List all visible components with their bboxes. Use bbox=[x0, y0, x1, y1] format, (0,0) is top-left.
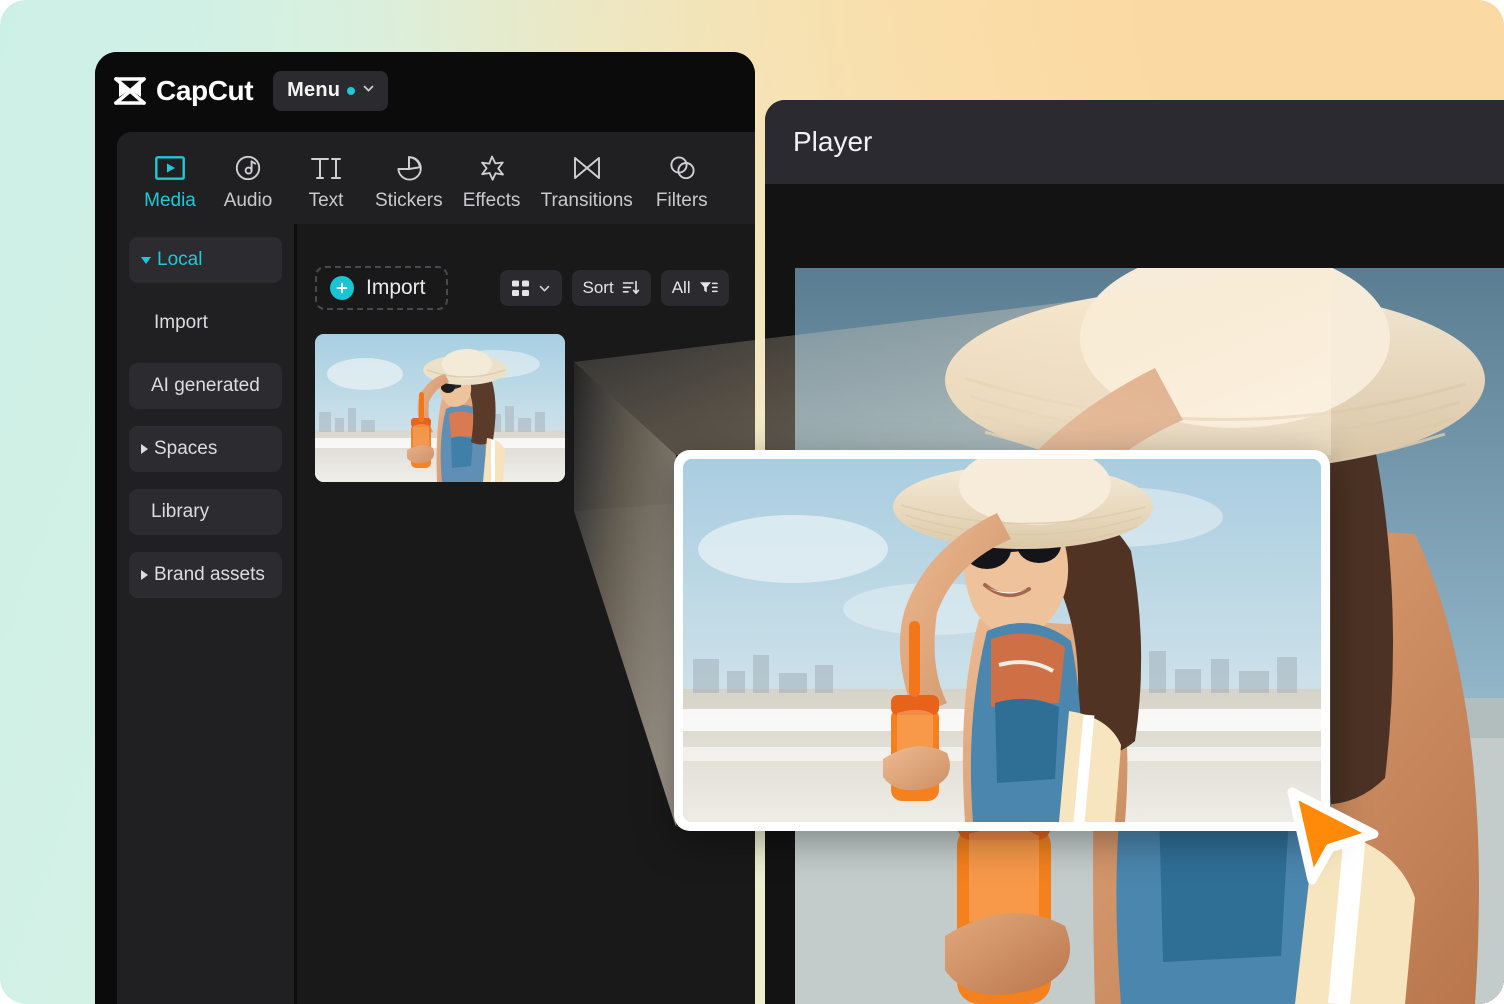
sidebar-item-label: AI generated bbox=[151, 375, 260, 396]
media-sidebar: Local Import AI generated Spaces Library bbox=[117, 224, 297, 1004]
chevron-down-icon bbox=[538, 282, 551, 295]
sort-button[interactable]: Sort bbox=[571, 270, 651, 306]
status-dot-icon bbox=[347, 86, 356, 95]
filter-button[interactable]: All bbox=[660, 270, 729, 306]
sort-button-label: Sort bbox=[582, 278, 614, 297]
player-title: Player bbox=[793, 126, 873, 157]
sidebar-item-label: Local bbox=[157, 249, 203, 270]
brand-logo: CapCut bbox=[113, 75, 254, 107]
panel-body: Local Import AI generated Spaces Library bbox=[117, 224, 755, 1004]
tab-bar: Media Audio Text Stickers Effects Transi… bbox=[117, 132, 755, 224]
magnified-media-preview[interactable] bbox=[674, 450, 1330, 831]
magnified-image bbox=[683, 459, 1321, 822]
sidebar-item-ai-generated[interactable]: AI generated bbox=[129, 363, 282, 409]
sidebar-item-label: Spaces bbox=[154, 438, 218, 459]
grid-view-icon bbox=[511, 279, 530, 298]
tab-text[interactable]: Text bbox=[287, 153, 365, 224]
chevron-down-icon bbox=[362, 82, 375, 100]
player-header: Player bbox=[765, 100, 1504, 184]
editor-panel: Media Audio Text Stickers Effects Transi… bbox=[117, 132, 755, 1004]
text-ti-icon bbox=[309, 153, 343, 183]
tab-filters-label: Filters bbox=[655, 190, 708, 211]
filter-button-label: All bbox=[671, 278, 691, 297]
caret-down-icon bbox=[141, 256, 151, 264]
audio-note-icon bbox=[234, 153, 262, 183]
tab-audio-label: Audio bbox=[223, 190, 273, 211]
sticker-drop-icon bbox=[395, 153, 423, 183]
cursor-arrow-icon bbox=[1278, 782, 1386, 888]
menu-button-label: Menu bbox=[287, 79, 341, 101]
media-item-thumbnail[interactable] bbox=[315, 334, 565, 482]
sidebar-item-library[interactable]: Library bbox=[129, 489, 282, 535]
sort-lines-icon bbox=[622, 279, 640, 297]
sidebar-item-label: Brand assets bbox=[154, 564, 265, 585]
app-titlebar: CapCut Menu bbox=[95, 52, 755, 130]
import-button[interactable]: Import bbox=[315, 266, 448, 310]
sidebar-item-local[interactable]: Local bbox=[129, 237, 282, 283]
tab-media-label: Media bbox=[144, 190, 196, 211]
tab-effects-label: Effects bbox=[462, 190, 521, 211]
tab-audio[interactable]: Audio bbox=[209, 153, 287, 224]
caret-right-icon bbox=[141, 570, 148, 580]
tab-stickers[interactable]: Stickers bbox=[365, 153, 453, 224]
brand-name: CapCut bbox=[156, 75, 254, 106]
import-button-label: Import bbox=[366, 276, 426, 299]
transitions-bowtie-icon bbox=[572, 153, 602, 183]
sidebar-item-spaces[interactable]: Spaces bbox=[129, 426, 282, 472]
tab-media[interactable]: Media bbox=[131, 153, 209, 224]
tab-stickers-label: Stickers bbox=[375, 190, 443, 211]
grid-view-dropdown[interactable] bbox=[499, 270, 562, 306]
content-toolbar: Import Sort All bbox=[315, 266, 755, 310]
tab-text-label: Text bbox=[308, 190, 344, 211]
tab-transitions[interactable]: Transitions bbox=[531, 153, 643, 224]
media-play-frame-icon bbox=[155, 153, 185, 183]
view-options-group: Sort All bbox=[499, 270, 729, 306]
menu-button[interactable]: Menu bbox=[273, 71, 389, 111]
sidebar-item-import[interactable]: Import bbox=[129, 300, 282, 346]
page-backdrop: CapCut Menu Media Audio Text Stickers Ef… bbox=[0, 0, 1504, 1004]
capcut-app-window: CapCut Menu Media Audio Text Stickers Ef… bbox=[95, 52, 755, 1004]
effects-sparkle-icon bbox=[478, 153, 506, 183]
sidebar-item-label: Library bbox=[151, 501, 210, 522]
tab-filters[interactable]: Filters bbox=[643, 153, 721, 224]
sidebar-item-brand-assets[interactable]: Brand assets bbox=[129, 552, 282, 598]
sidebar-item-label: Import bbox=[154, 312, 208, 333]
tab-transitions-label: Transitions bbox=[540, 190, 633, 211]
filter-funnel-icon bbox=[699, 279, 718, 297]
tab-effects[interactable]: Effects bbox=[453, 153, 531, 224]
filters-circles-icon bbox=[668, 153, 696, 183]
capcut-logo-icon bbox=[113, 76, 147, 106]
caret-right-icon bbox=[141, 444, 148, 454]
plus-circle-icon bbox=[330, 276, 354, 300]
